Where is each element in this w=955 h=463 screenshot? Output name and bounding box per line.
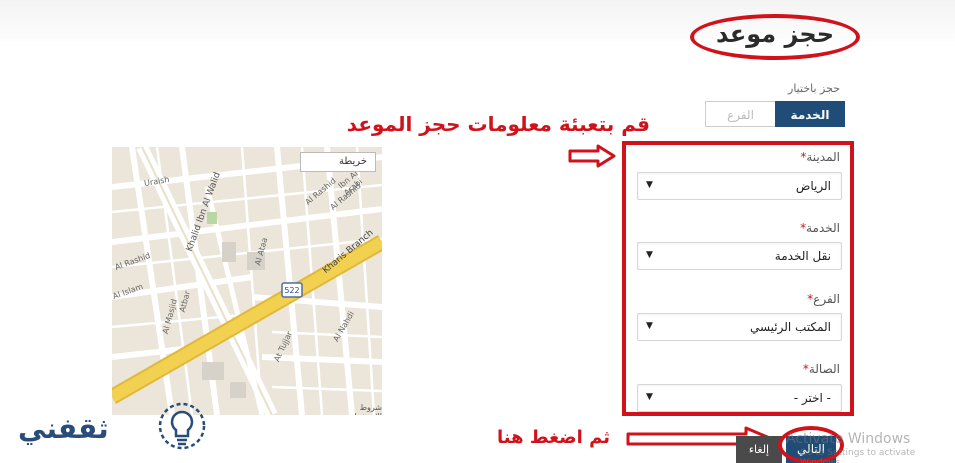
map-terms-link[interactable]: شروط الاستخدام (338, 403, 382, 415)
windows-activation-watermark: Activate Windows (786, 431, 911, 447)
hall-label: الصالة* (640, 362, 840, 376)
service-label: الخدمة* (640, 221, 840, 235)
hall-select[interactable]: - اختر - ▼ (637, 384, 842, 412)
booking-mode-label: حجز باختيار (788, 82, 840, 95)
chevron-down-icon: ▼ (646, 392, 653, 402)
logo-text: ثقفني (18, 412, 109, 445)
logo: ثقفني (14, 398, 214, 460)
cancel-button[interactable]: إلغاء (736, 436, 782, 463)
service-select-value: نقل الخدمة (774, 249, 831, 263)
map[interactable]: 522 Uraish Khalid Ibn Al Walid Al Rashid… (112, 147, 382, 415)
page-title: حجز موعد (715, 20, 835, 48)
city-select-value: الرياض (795, 179, 831, 193)
hall-select-value: - اختر - (793, 391, 831, 405)
windows-activation-watermark-sub: Go to Settings to activate Windows. (800, 448, 916, 463)
instruction-annotation: قم بتعبئة معلومات حجز الموعد (346, 112, 650, 136)
tab-service[interactable]: الخدمة (775, 101, 845, 127)
service-label-text: الخدمة (806, 221, 840, 235)
chevron-down-icon: ▼ (646, 250, 653, 260)
page-title-highlight: حجز موعد (690, 14, 860, 60)
city-label: المدينة* (640, 150, 840, 164)
map-type-button[interactable]: خريطة (300, 152, 376, 172)
branch-select-value: المكتب الرئيسي (749, 320, 831, 334)
booking-mode-toggle: الفرع الخدمة (705, 101, 845, 127)
city-label-text: المدينة (806, 150, 840, 164)
tab-branch[interactable]: الفرع (705, 101, 775, 127)
lightbulb-icon (158, 402, 206, 450)
branch-select[interactable]: المكتب الرئيسي ▼ (637, 313, 842, 341)
branch-label: الفرع* (640, 292, 840, 306)
branch-label-text: الفرع (813, 292, 840, 306)
arrow-right-icon (568, 144, 616, 168)
chevron-down-icon: ▼ (646, 180, 653, 190)
map-road-badge: 522 (284, 286, 299, 295)
city-select[interactable]: الرياض ▼ (637, 172, 842, 200)
click-here-annotation: ثم اضغط هنا (497, 427, 610, 448)
chevron-down-icon: ▼ (646, 321, 653, 331)
service-select[interactable]: نقل الخدمة ▼ (637, 242, 842, 270)
hall-label-text: الصالة (808, 362, 840, 376)
